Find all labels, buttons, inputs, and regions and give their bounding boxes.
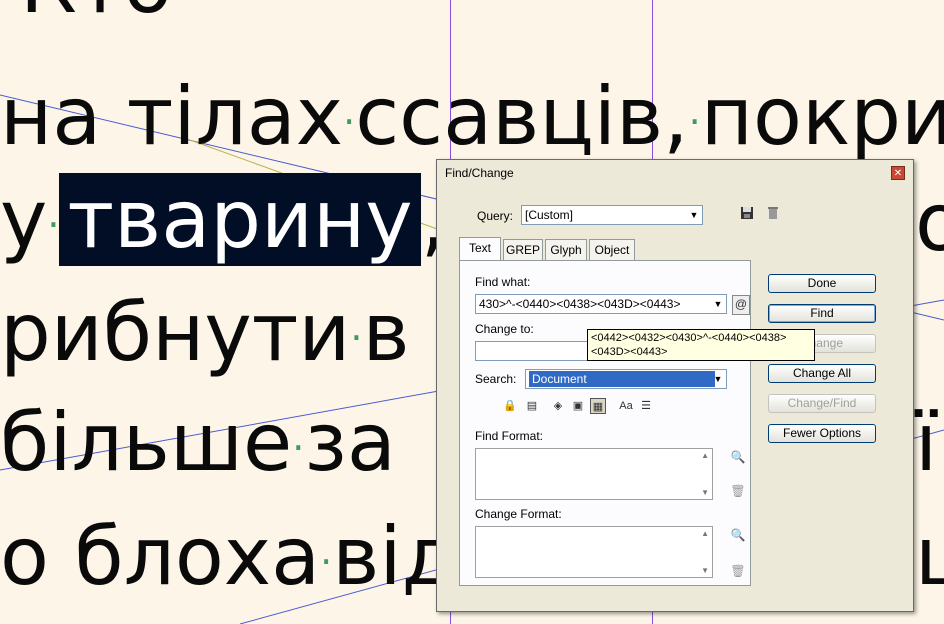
text-fragment-right: о bbox=[915, 176, 944, 269]
search-select[interactable]: Document ▼ bbox=[525, 369, 727, 389]
close-button[interactable]: ✕ bbox=[891, 166, 905, 180]
specify-attributes-icon[interactable]: 🔍 bbox=[730, 449, 746, 465]
change-format-box[interactable]: ▲ ▼ bbox=[475, 526, 713, 578]
dialog-title: Find/Change bbox=[445, 166, 514, 180]
find-what-input[interactable]: 430>^-<0440><0438><043D><0443> ▼ bbox=[475, 294, 727, 314]
text-line-4: більше·за bbox=[0, 396, 396, 489]
clear-attributes-icon[interactable]: 🗑 bbox=[730, 483, 746, 499]
chevron-down-icon[interactable]: ▼ bbox=[710, 295, 726, 313]
whole-word-icon[interactable]: ☰ bbox=[638, 398, 654, 414]
change-to-label: Change to: bbox=[475, 322, 534, 336]
change-find-button[interactable]: Change/Find bbox=[768, 394, 876, 413]
find-what-label: Find what: bbox=[475, 275, 531, 289]
scroll-down-icon[interactable]: ▼ bbox=[701, 488, 709, 497]
specify-attributes-icon[interactable]: 🔍 bbox=[730, 527, 746, 543]
search-label: Search: bbox=[475, 372, 517, 386]
case-sensitive-icon[interactable]: Aa bbox=[618, 398, 634, 414]
scroll-up-icon[interactable]: ▲ bbox=[701, 451, 709, 460]
find-change-dialog: Find/Change ✕ Query: [Custom] ▼ Text GRE… bbox=[436, 159, 914, 612]
chevron-down-icon: ▼ bbox=[689, 210, 699, 220]
clear-attributes-icon[interactable]: 🗑 bbox=[730, 563, 746, 579]
close-icon: ✕ bbox=[893, 168, 903, 179]
special-characters-icon[interactable]: @ bbox=[732, 295, 750, 315]
text-fragment-right: ш bbox=[915, 512, 944, 602]
scroll-down-icon[interactable]: ▼ bbox=[701, 566, 709, 575]
fewer-options-button[interactable]: Fewer Options bbox=[768, 424, 876, 443]
tab-text[interactable]: Text bbox=[459, 237, 501, 260]
text-line-top: Кто bbox=[20, 0, 172, 30]
text-tab-panel: Find what: 430>^-<0440><0438><043D><0443… bbox=[459, 260, 751, 586]
dialog-titlebar[interactable]: Find/Change ✕ bbox=[437, 160, 913, 184]
scroll-up-icon[interactable]: ▲ bbox=[701, 529, 709, 538]
change-all-button[interactable]: Change All bbox=[768, 364, 876, 383]
selected-word: тварину bbox=[59, 173, 421, 266]
chevron-down-icon: ▼ bbox=[713, 374, 723, 384]
tab-glyph[interactable]: Glyph bbox=[545, 239, 587, 260]
query-select[interactable]: [Custom] ▼ bbox=[521, 205, 703, 225]
find-button[interactable]: Find bbox=[768, 304, 876, 323]
include-footnotes-icon[interactable]: ▦ bbox=[590, 398, 606, 414]
delete-query-icon[interactable] bbox=[765, 206, 781, 222]
include-master-pages-icon[interactable]: ▣ bbox=[570, 398, 586, 414]
tab-grep[interactable]: GREP bbox=[503, 239, 543, 260]
include-locked-stories-icon[interactable]: ▤ bbox=[524, 398, 540, 414]
text-fragment-right: ї bbox=[915, 396, 938, 489]
text-line-1: на тілах·ссавців,·покрит bbox=[0, 70, 944, 163]
change-format-label: Change Format: bbox=[475, 507, 562, 521]
find-format-label: Find Format: bbox=[475, 429, 544, 443]
text-line-3: рибнути·в bbox=[0, 286, 410, 379]
include-hidden-layers-icon[interactable]: ◈ bbox=[550, 398, 566, 414]
query-label: Query: bbox=[477, 209, 514, 223]
text-line-5: о блоха·від bbox=[0, 510, 457, 603]
find-format-box[interactable]: ▲ ▼ bbox=[475, 448, 713, 500]
save-query-icon[interactable] bbox=[739, 206, 755, 222]
done-button[interactable]: Done bbox=[768, 274, 876, 293]
tab-object[interactable]: Object bbox=[589, 239, 635, 260]
tooltip: <0442><0432><0430>^-<0440><0438><043D><0… bbox=[587, 329, 815, 361]
include-locked-layers-icon[interactable]: 🔒 bbox=[502, 398, 518, 414]
